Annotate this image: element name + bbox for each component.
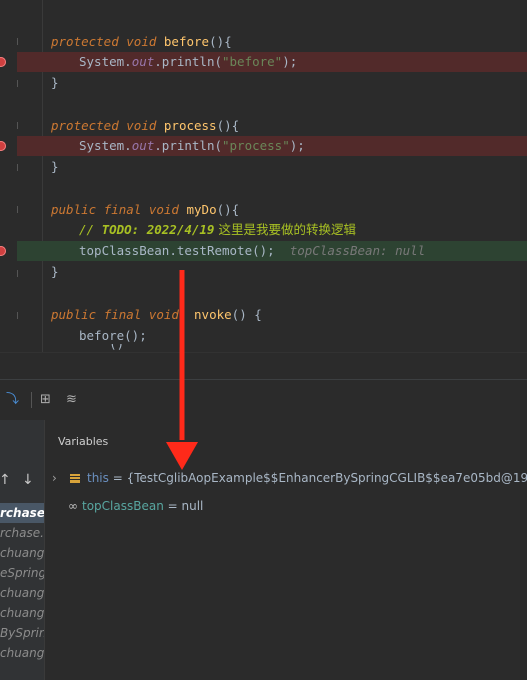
annotation-arrow-head: [166, 442, 198, 470]
annotation-arrow: [166, 270, 198, 470]
